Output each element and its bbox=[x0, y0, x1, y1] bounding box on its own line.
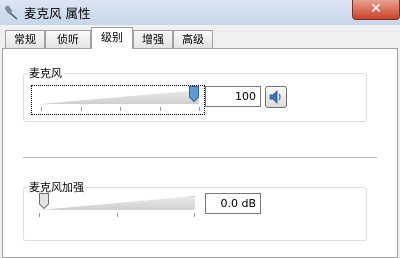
levels-panel: 麦克风 100 麦克风加强 0.0 dB bbox=[2, 48, 398, 258]
tab-general[interactable]: 常规 bbox=[5, 30, 45, 48]
title-bar: 麦克风 属性 ✕ bbox=[0, 0, 400, 25]
boost-slider-tick bbox=[194, 213, 195, 217]
window-title: 麦克风 属性 bbox=[24, 6, 91, 21]
tab-advanced[interactable]: 高级 bbox=[173, 30, 213, 48]
close-button[interactable]: ✕ bbox=[352, 0, 400, 20]
microphone-label: 麦克风 bbox=[27, 65, 64, 81]
microphone-boost-group bbox=[23, 187, 367, 241]
microphone-level-value[interactable]: 100 bbox=[205, 86, 261, 107]
tab-listen[interactable]: 侦听 bbox=[45, 30, 91, 48]
boost-slider-tick bbox=[39, 213, 40, 217]
tab-enhancements[interactable]: 增强 bbox=[133, 30, 173, 48]
boost-slider-tick bbox=[117, 213, 118, 217]
microphone-boost-value[interactable]: 0.0 dB bbox=[205, 193, 261, 214]
microphone-slider-tick bbox=[160, 107, 161, 111]
microphone-slider-tick bbox=[120, 107, 121, 111]
tab-levels[interactable]: 级别 bbox=[91, 27, 133, 49]
microphone-boost-label: 麦克风加强 bbox=[27, 179, 86, 195]
boost-slider-thumb[interactable] bbox=[39, 193, 49, 210]
microphone-mute-button[interactable] bbox=[265, 86, 287, 108]
microphone-slider-tick bbox=[199, 107, 200, 111]
microphone-slider-tick bbox=[41, 107, 42, 111]
microphone-app-icon bbox=[4, 4, 20, 20]
section-divider bbox=[23, 157, 377, 158]
tab-strip: 常规 侦听 级别 增强 高级 bbox=[0, 27, 400, 49]
microphone-slider-tick bbox=[81, 107, 82, 111]
microphone-slider-thumb[interactable] bbox=[189, 86, 199, 103]
speaker-icon bbox=[266, 90, 286, 110]
